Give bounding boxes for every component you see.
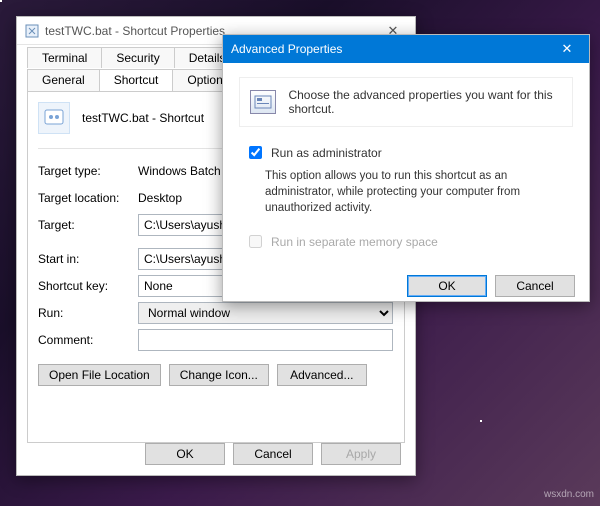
advanced-titlebar[interactable]: Advanced Properties ✕ xyxy=(223,35,589,63)
advanced-title: Advanced Properties xyxy=(231,42,545,56)
label-target-type: Target type: xyxy=(38,164,138,178)
label-run: Run: xyxy=(38,306,138,320)
label-start-in: Start in: xyxy=(38,252,138,266)
advanced-body: Choose the advanced properties you want … xyxy=(223,63,589,267)
open-file-location-button[interactable]: Open File Location xyxy=(38,364,161,386)
change-icon-button[interactable]: Change Icon... xyxy=(169,364,269,386)
run-as-admin-checkbox[interactable]: Run as administrator xyxy=(245,143,573,162)
tab-general[interactable]: General xyxy=(27,69,100,91)
advanced-dialog-icon xyxy=(250,90,276,114)
comment-input[interactable] xyxy=(138,329,393,351)
advanced-close-button[interactable]: ✕ xyxy=(545,35,589,63)
properties-footer: OK Cancel Apply xyxy=(17,443,415,465)
advanced-button[interactable]: Advanced... xyxy=(277,364,367,386)
separate-memory-checkbox: Run in separate memory space xyxy=(245,232,573,251)
run-as-admin-input[interactable] xyxy=(249,146,262,159)
window-icon xyxy=(25,24,39,38)
advanced-footer: OK Cancel xyxy=(223,267,589,309)
label-target-location: Target location: xyxy=(38,191,138,205)
label-target: Target: xyxy=(38,218,138,232)
separate-memory-input xyxy=(249,235,262,248)
separate-memory-label: Run in separate memory space xyxy=(271,235,438,249)
run-as-admin-label: Run as administrator xyxy=(271,146,382,160)
label-shortcut-key: Shortcut key: xyxy=(38,279,138,293)
tab-terminal[interactable]: Terminal xyxy=(27,47,102,68)
advanced-intro-text: Choose the advanced properties you want … xyxy=(288,88,562,116)
label-comment: Comment: xyxy=(38,333,138,347)
cancel-button[interactable]: Cancel xyxy=(233,443,313,465)
run-as-admin-description: This option allows you to run this short… xyxy=(265,168,567,216)
file-header-label: testTWC.bat - Shortcut xyxy=(82,111,204,125)
advanced-properties-dialog: Advanced Properties ✕ Choose the advance… xyxy=(222,34,590,302)
watermark: wsxdn.com xyxy=(544,489,594,500)
file-type-icon xyxy=(38,102,70,134)
tab-security[interactable]: Security xyxy=(101,47,174,68)
advanced-cancel-button[interactable]: Cancel xyxy=(495,275,575,297)
ok-button[interactable]: OK xyxy=(145,443,225,465)
tab-shortcut[interactable]: Shortcut xyxy=(99,69,174,91)
advanced-ok-button[interactable]: OK xyxy=(407,275,487,297)
apply-button: Apply xyxy=(321,443,401,465)
